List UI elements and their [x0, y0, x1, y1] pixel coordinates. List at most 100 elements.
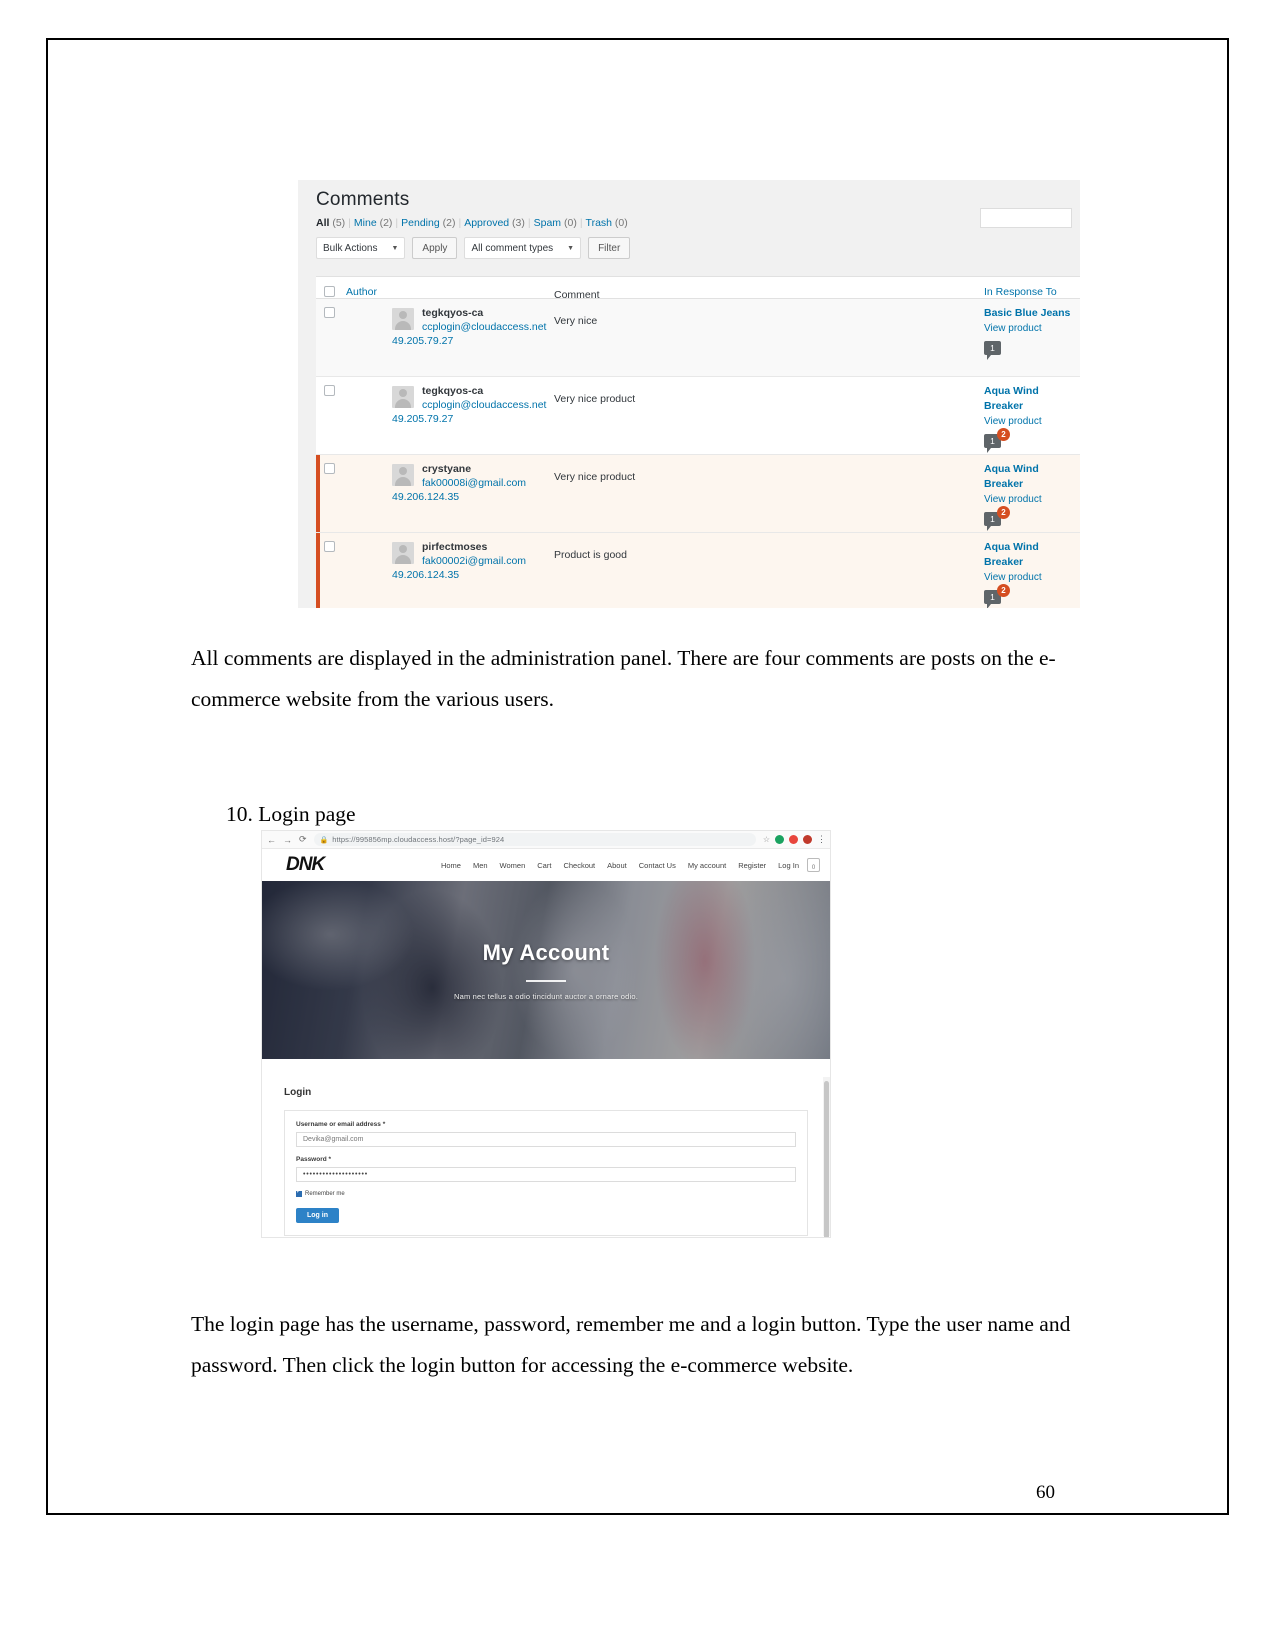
filter-separator: |: [458, 217, 462, 229]
address-bar[interactable]: 🔒 https://995856mp.cloudaccess.host/?pag…: [313, 833, 756, 846]
remember-me-row[interactable]: Remember me: [296, 1188, 796, 1197]
filter-link-trash[interactable]: Trash: [586, 217, 612, 229]
required-mark: *: [328, 1156, 332, 1163]
author-ip[interactable]: 49.205.79.27: [392, 412, 554, 427]
browser-menu-icon[interactable]: ⋮: [817, 834, 826, 845]
author-email[interactable]: ccplogin@cloudaccess.net: [422, 320, 554, 334]
table-row[interactable]: pirfectmoses fak00002i@gmail.com 49.206.12…: [316, 533, 1080, 608]
table-row[interactable]: tegkqyos-ca ccplogin@cloudaccess.net 49.20…: [316, 377, 1080, 455]
checkbox-icon[interactable]: [324, 307, 335, 318]
nav-links: Home Men Women Cart Checkout About Contact Us M…: [324, 861, 807, 870]
author-ip[interactable]: 49.206.124.35: [392, 568, 554, 583]
checkbox-icon[interactable]: [324, 541, 335, 552]
wp-comments-screenshot: Comments All (5) | Mine (2) | Pending (2) | Ap…: [298, 180, 1080, 608]
site-logo[interactable]: DNK: [286, 854, 325, 876]
nav-link-register[interactable]: Register: [738, 861, 766, 870]
author-cell: pirfectmoses fak00002i@gmail.com 49.206.12…: [346, 533, 554, 608]
paragraph-login-description: The login page has the username, passwor…: [191, 1312, 1071, 1377]
table-row[interactable]: tegkqyos-ca ccplogin@cloudaccess.net 49.20…: [316, 299, 1080, 377]
login-form-area: Login Username or email address * Devika…: [262, 1059, 830, 1237]
forward-icon[interactable]: →: [283, 835, 292, 845]
nav-link-men[interactable]: Men: [473, 861, 488, 870]
author-name: tegkqyos-ca: [422, 385, 484, 397]
table-row[interactable]: crystyane fak00008i@gmail.com 49.206.124.3…: [316, 455, 1080, 533]
cart-icon[interactable]: 0: [807, 858, 820, 872]
select-all-cell[interactable]: [316, 278, 346, 297]
cart-count: 0: [811, 865, 816, 871]
view-product-link[interactable]: View product: [984, 414, 1080, 430]
row-checkbox-cell[interactable]: [316, 455, 346, 532]
comment-types-select[interactable]: All comment types ▼: [464, 237, 582, 259]
checkbox-icon[interactable]: [324, 463, 335, 474]
chevron-down-icon: ▼: [567, 244, 575, 252]
checkbox-icon[interactable]: [324, 286, 335, 297]
comment-count-wrap[interactable]: 12: [984, 505, 1010, 531]
row-checkbox-cell[interactable]: [316, 533, 346, 608]
paragraph-comments-description: All comments are displayed in the admini…: [191, 646, 1056, 711]
filter-link-spam[interactable]: Spam: [534, 217, 561, 229]
login-submit-button[interactable]: Log in: [296, 1208, 339, 1223]
remember-me-checkbox[interactable]: [296, 1188, 302, 1197]
comment-bubble-icon[interactable]: 1: [984, 340, 1001, 360]
view-product-link[interactable]: View product: [984, 570, 1080, 586]
author-name: pirfectmoses: [422, 541, 488, 553]
comment-count-wrap[interactable]: 12: [984, 583, 1010, 608]
filter-count: (5): [329, 217, 346, 229]
row-checkbox-cell[interactable]: [316, 299, 346, 376]
comment-types-label: All comment types: [471, 242, 554, 254]
nav-link-women[interactable]: Women: [500, 861, 526, 870]
nav-link-my-account[interactable]: My account: [688, 861, 726, 870]
reload-icon[interactable]: ⟳: [299, 834, 307, 845]
comment-count-wrap[interactable]: 12: [984, 427, 1010, 453]
filter-link-approved[interactable]: Approved: [464, 217, 509, 229]
extension-icon-darkred[interactable]: [803, 835, 812, 844]
bookmark-star-icon[interactable]: ☆: [763, 835, 770, 844]
author-email[interactable]: fak00008i@gmail.com: [422, 476, 554, 490]
password-input[interactable]: ••••••••••••••••••••: [296, 1167, 796, 1182]
author-email[interactable]: ccplogin@cloudaccess.net: [422, 398, 554, 412]
apply-button[interactable]: Apply: [412, 237, 458, 259]
checkbox-icon[interactable]: [324, 385, 335, 396]
author-ip[interactable]: 49.205.79.27: [392, 334, 554, 349]
view-product-link[interactable]: View product: [984, 492, 1080, 508]
hero-subtitle: Nam nec tellus a odio tincidunt auctor a…: [453, 991, 639, 1001]
product-link[interactable]: Aqua Wind Breaker: [984, 384, 1080, 414]
nav-link-cart[interactable]: Cart: [537, 861, 551, 870]
product-link[interactable]: Aqua Wind Breaker: [984, 462, 1080, 492]
extension-icon-red[interactable]: [789, 835, 798, 844]
filter-separator: |: [395, 217, 399, 229]
hero-banner: My Account Nam nec tellus a odio tincidu…: [262, 881, 830, 1059]
nav-link-contact-us[interactable]: Contact Us: [639, 861, 676, 870]
column-header-author[interactable]: Author: [346, 286, 377, 298]
nav-link-checkout[interactable]: Checkout: [563, 861, 595, 870]
author-cell: tegkqyos-ca ccplogin@cloudaccess.net 49.20…: [346, 299, 554, 376]
author-name: crystyane: [422, 463, 472, 475]
filter-button[interactable]: Filter: [588, 237, 631, 259]
view-product-link[interactable]: View product: [984, 321, 1080, 337]
product-link[interactable]: Aqua Wind Breaker: [984, 540, 1080, 570]
filter-link-all[interactable]: All: [316, 217, 329, 229]
avatar: [392, 542, 414, 564]
filter-link-mine[interactable]: Mine: [354, 217, 377, 229]
search-input[interactable]: [980, 208, 1072, 228]
username-input[interactable]: Devika@gmail.com: [296, 1132, 796, 1147]
filter-link-pending[interactable]: Pending: [401, 217, 440, 229]
bulk-actions-select[interactable]: Bulk Actions ▼: [316, 237, 406, 259]
comments-table: Author Comment In Response To tegkqyos-c…: [316, 276, 1080, 608]
comment-status-filters: All (5) | Mine (2) | Pending (2) | Approved (3…: [298, 217, 1080, 229]
row-checkbox-cell[interactable]: [316, 377, 346, 454]
nav-link-log-in[interactable]: Log In: [778, 861, 799, 870]
comment-count-wrap[interactable]: 1: [984, 340, 1001, 360]
login-form-box: Username or email address * Devika@gmail…: [284, 1110, 808, 1236]
author-email[interactable]: fak00002i@gmail.com: [422, 554, 554, 568]
password-value: ••••••••••••••••••••: [303, 1171, 369, 1178]
nav-link-home[interactable]: Home: [441, 861, 461, 870]
product-link[interactable]: Basic Blue Jeans: [984, 306, 1080, 321]
extension-icon-green[interactable]: [775, 835, 784, 844]
author-ip[interactable]: 49.206.124.35: [392, 490, 554, 505]
nav-link-about[interactable]: About: [607, 861, 627, 870]
username-label: Username or email address *: [296, 1121, 796, 1128]
scrollbar-thumb[interactable]: [824, 1081, 829, 1237]
back-icon[interactable]: ←: [267, 835, 276, 845]
comment-text: Very nice product: [554, 393, 636, 405]
